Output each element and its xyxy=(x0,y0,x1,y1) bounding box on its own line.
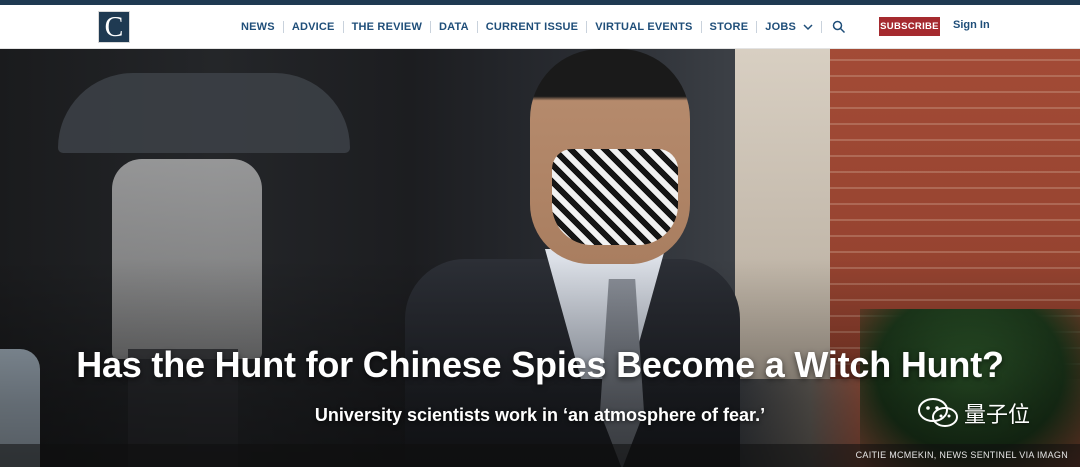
watermark: 量子位 xyxy=(916,396,1030,430)
nav-item-data[interactable]: DATA xyxy=(431,21,477,33)
nav-item-current-issue[interactable]: CURRENT ISSUE xyxy=(478,21,586,33)
main-nav: NEWS ADVICE THE REVIEW DATA CURRENT ISSU… xyxy=(233,5,846,49)
search-icon[interactable] xyxy=(832,20,846,34)
watermark-text: 量子位 xyxy=(964,402,1031,427)
site-logo[interactable]: C xyxy=(98,11,130,43)
nav-item-news[interactable]: NEWS xyxy=(233,21,283,33)
nav-item-jobs[interactable]: JOBS xyxy=(757,21,821,33)
site-header: C NEWS ADVICE THE REVIEW DATA CURRENT IS… xyxy=(0,5,1080,49)
nav-item-jobs-label: JOBS xyxy=(765,21,797,33)
photo-credit: CAITIE MCMEKIN, NEWS SENTINEL VIA IMAGN xyxy=(855,450,1068,460)
chevron-down-icon[interactable] xyxy=(803,22,813,32)
subscribe-button[interactable]: SUBSCRIBE xyxy=(879,17,940,36)
sign-in-link[interactable]: Sign In xyxy=(953,19,990,31)
wechat-icon xyxy=(918,398,958,427)
nav-divider xyxy=(821,21,823,33)
nav-item-store[interactable]: STORE xyxy=(702,21,757,33)
nav-item-advice[interactable]: ADVICE xyxy=(284,21,343,33)
article-headline[interactable]: Has the Hunt for Chinese Spies Become a … xyxy=(0,344,1080,386)
hero-image[interactable]: Has the Hunt for Chinese Spies Become a … xyxy=(0,49,1080,467)
nav-item-virtual-events[interactable]: VIRTUAL EVENTS xyxy=(587,21,700,33)
nav-item-the-review[interactable]: THE REVIEW xyxy=(344,21,430,33)
